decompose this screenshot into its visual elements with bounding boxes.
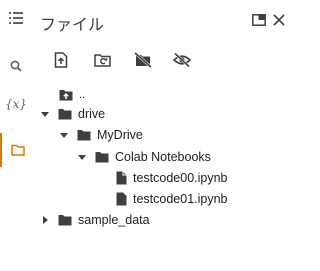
- close-panel-button[interactable]: [271, 12, 287, 28]
- tree-item-file[interactable]: testcode01.ipynb: [115, 189, 228, 209]
- tree-item-label: testcode01.ipynb: [133, 192, 228, 206]
- tree-item-label: Colab Notebooks: [115, 150, 211, 164]
- panel-title: ファイル: [40, 17, 105, 34]
- upload-file-button[interactable]: [49, 48, 73, 72]
- open-in-tab-button[interactable]: [251, 12, 267, 28]
- tree-item-label: ..: [79, 89, 86, 101]
- tree-item-label: sample_data: [78, 213, 150, 227]
- folder-up-icon: [59, 88, 73, 102]
- tree-item-file[interactable]: testcode00.ipynb: [115, 168, 228, 188]
- unmount-drive-button[interactable]: [131, 48, 155, 72]
- variables-icon: {x}: [4, 97, 28, 111]
- folder-icon: [58, 213, 72, 227]
- folder-icon: [95, 150, 109, 164]
- tree-item-colab-notebooks[interactable]: Colab Notebooks: [77, 147, 211, 167]
- search-icon: [10, 60, 22, 72]
- hide-files-icon: [173, 52, 191, 68]
- sidebar-rail: {x}: [0, 0, 32, 271]
- files-button[interactable]: [0, 133, 34, 167]
- chevron-down-icon: [59, 130, 69, 140]
- tree-item-parent[interactable]: ..: [59, 85, 85, 105]
- folder-icon: [58, 107, 72, 121]
- refresh-icon: [94, 54, 111, 67]
- hide-files-button[interactable]: [170, 48, 194, 72]
- tree-item-sample-data[interactable]: sample_data: [40, 210, 150, 230]
- folder-icon: [11, 144, 25, 156]
- file-icon: [115, 192, 127, 206]
- chevron-down-icon: [40, 109, 50, 119]
- tree-item-label: testcode00.ipynb: [133, 171, 228, 185]
- close-icon: [273, 14, 285, 26]
- upload-file-icon: [54, 52, 68, 68]
- refresh-button[interactable]: [91, 48, 115, 72]
- tree-item-drive[interactable]: drive: [40, 104, 105, 124]
- table-of-contents-button[interactable]: [0, 4, 32, 32]
- unmount-drive-icon: [134, 52, 152, 68]
- open-in-window-icon: [252, 14, 266, 26]
- folder-icon: [77, 128, 91, 142]
- tree-item-label: MyDrive: [97, 128, 143, 142]
- list-icon: [9, 12, 23, 24]
- search-button[interactable]: [0, 52, 32, 80]
- file-icon: [115, 171, 127, 185]
- chevron-right-icon: [40, 215, 50, 225]
- variables-button[interactable]: {x}: [0, 90, 32, 118]
- tree-item-mydrive[interactable]: MyDrive: [59, 125, 143, 145]
- chevron-down-icon: [77, 152, 87, 162]
- tree-item-label: drive: [78, 107, 106, 121]
